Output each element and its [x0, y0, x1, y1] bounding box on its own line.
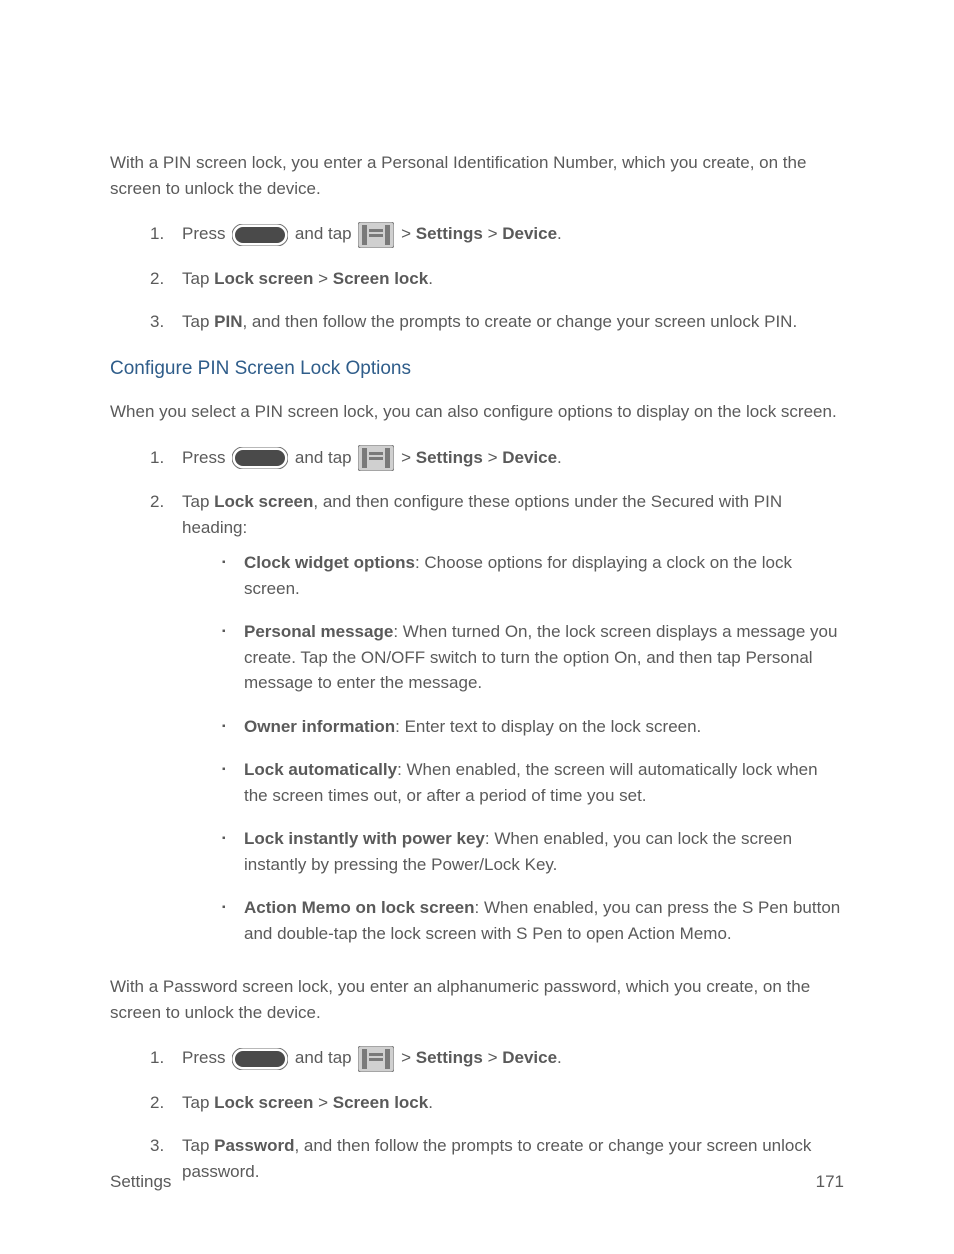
step1-sep2: > [488, 224, 503, 243]
opt-step1-mid: and tap [295, 448, 356, 467]
bullet-owner-info: Owner information: Enter text to display… [222, 714, 844, 740]
pin-options-bullets: Clock widget options: Choose options for… [182, 550, 844, 946]
opt-step1-sep2: > [488, 448, 503, 467]
password-steps: Press and tap > Settings > [110, 1045, 844, 1184]
step1-device-bold: Device [502, 224, 557, 243]
step1-suffix: . [557, 224, 562, 243]
opt-step2-bold: Lock screen [214, 492, 313, 511]
pw-step1-sep2: > [488, 1048, 503, 1067]
pw-step2-prefix: Tap [182, 1093, 214, 1112]
bullet-bold: Lock instantly with power key [244, 829, 485, 848]
bullet-text: : Enter text to display on the lock scre… [395, 717, 701, 736]
menu-button-icon [358, 1046, 394, 1072]
pin-options-step-2: Tap Lock screen, and then configure thes… [182, 489, 844, 946]
pin-step2-prefix: Tap [182, 269, 214, 288]
step1-prefix: Press [182, 224, 230, 243]
pin-step2-suffix: . [428, 269, 433, 288]
pin-step3-bold: PIN [214, 312, 242, 331]
pw-step3-prefix: Tap [182, 1136, 214, 1155]
pin-step2-sep: > [318, 269, 333, 288]
bullet-lock-auto: Lock automatically: When enabled, the sc… [222, 757, 844, 808]
menu-button-icon [358, 445, 394, 471]
pw-step3-bold: Password [214, 1136, 294, 1155]
opt-step2-prefix: Tap [182, 492, 214, 511]
pin-step-2: Tap Lock screen > Screen lock. [182, 266, 844, 292]
password-intro-text: With a Password screen lock, you enter a… [110, 974, 844, 1025]
pin-intro-text: With a PIN screen lock, you enter a Pers… [110, 150, 844, 201]
home-button-icon [232, 1048, 288, 1070]
opt-step1-settings: Settings [416, 448, 483, 467]
bullet-clock-widget: Clock widget options: Choose options for… [222, 550, 844, 601]
pin-options-heading: Configure PIN Screen Lock Options [110, 355, 844, 384]
step1-settings-bold: Settings [416, 224, 483, 243]
opt-step1-suffix: . [557, 448, 562, 467]
bullet-action-memo: Action Memo on lock screen: When enabled… [222, 895, 844, 946]
opt-step1-prefix: Press [182, 448, 230, 467]
pw-step1-mid: and tap [295, 1048, 356, 1067]
bullet-bold: Lock automatically [244, 760, 397, 779]
pw-step2-sep: > [318, 1093, 333, 1112]
password-step-1: Press and tap > Settings > [182, 1045, 844, 1072]
home-button-icon [232, 224, 288, 246]
pw-step1-sep1: > [401, 1048, 416, 1067]
pw-step1-suffix: . [557, 1048, 562, 1067]
pin-steps: Press and tap > Settings > [110, 221, 844, 335]
bullet-bold: Clock widget options [244, 553, 415, 572]
footer-page-number: 171 [816, 1169, 844, 1195]
pin-options-steps: Press and tap > Settings > [110, 445, 844, 947]
menu-button-icon [358, 222, 394, 248]
password-step-2: Tap Lock screen > Screen lock. [182, 1090, 844, 1116]
pin-step-3: Tap PIN, and then follow the prompts to … [182, 309, 844, 335]
opt-step1-sep1: > [401, 448, 416, 467]
step1-sep1: > [401, 224, 416, 243]
step1-mid: and tap [295, 224, 356, 243]
opt-step1-device: Device [502, 448, 557, 467]
bullet-bold: Owner information [244, 717, 395, 736]
pw-step2-bold1: Lock screen [214, 1093, 313, 1112]
pw-step1-device: Device [502, 1048, 557, 1067]
pin-step3-suffix: , and then follow the prompts to create … [242, 312, 797, 331]
pin-step2-bold1: Lock screen [214, 269, 313, 288]
bullet-lock-instant: Lock instantly with power key: When enab… [222, 826, 844, 877]
pw-step1-prefix: Press [182, 1048, 230, 1067]
pin-step-1: Press and tap > Settings > [182, 221, 844, 248]
pin-step2-bold2: Screen lock [333, 269, 428, 288]
home-button-icon [232, 447, 288, 469]
pin-options-intro: When you select a PIN screen lock, you c… [110, 399, 844, 425]
pin-options-step-1: Press and tap > Settings > [182, 445, 844, 472]
bullet-personal-message: Personal message: When turned On, the lo… [222, 619, 844, 696]
pw-step1-settings: Settings [416, 1048, 483, 1067]
pin-step3-prefix: Tap [182, 312, 214, 331]
pw-step2-suffix: . [428, 1093, 433, 1112]
pw-step2-bold2: Screen lock [333, 1093, 428, 1112]
bullet-bold: Personal message [244, 622, 393, 641]
footer-section-title: Settings [110, 1169, 171, 1195]
bullet-bold: Action Memo on lock screen [244, 898, 475, 917]
